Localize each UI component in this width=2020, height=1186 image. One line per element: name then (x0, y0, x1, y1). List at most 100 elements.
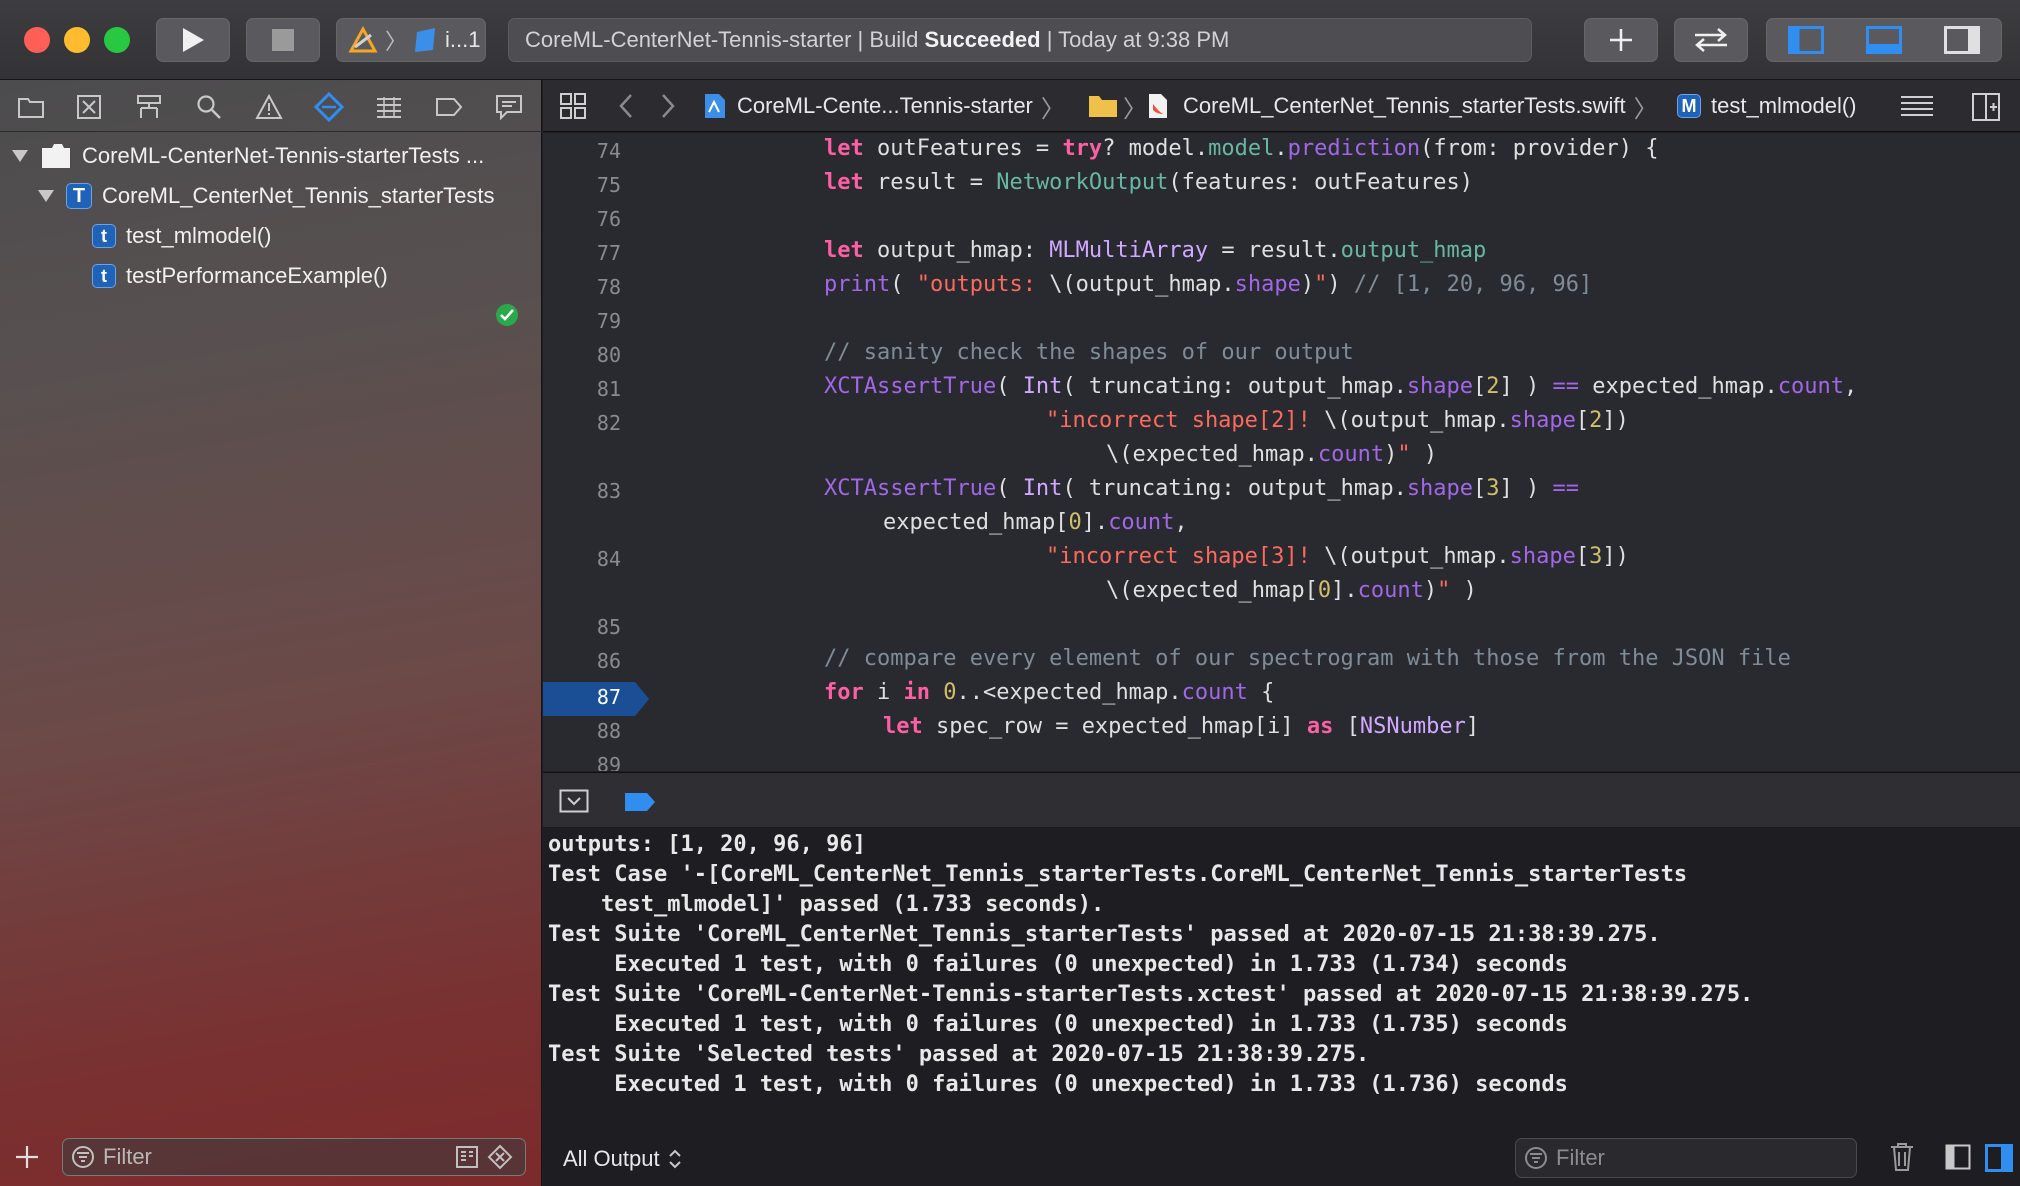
tree-item-label: test_mlmodel() (126, 223, 272, 248)
tree-item-test-bundle[interactable]: CoreML-CenterNet-Tennis-starterTests ... (12, 138, 484, 174)
related-items-button[interactable] (559, 92, 587, 125)
tree-item-test-class[interactable]: T CoreML_CenterNet_Tennis_starterTests (38, 178, 495, 214)
checkmark-icon (500, 309, 514, 321)
recent-files-icon[interactable] (455, 1145, 479, 1169)
console-line: Test Case '-[CoreML_CenterNet_Tennis_sta… (548, 862, 1688, 887)
code-line[interactable]: XCTAssertTrue( Int( truncating: output_h… (824, 476, 1579, 501)
chevron-left-icon (619, 94, 632, 118)
number-literal: 2 (1589, 408, 1603, 433)
disclosure-triangle-icon[interactable] (12, 150, 28, 162)
line-number: 86 (596, 649, 621, 673)
code-line[interactable]: let spec_row = expected_hmap[i] as [NSNu… (883, 714, 1479, 739)
test-navigator-tab[interactable] (314, 92, 344, 122)
property: shape (1234, 272, 1301, 297)
breakpoint-navigator-tab[interactable] (434, 92, 464, 122)
string-literal: " (1397, 442, 1411, 467)
library-button[interactable] (1584, 18, 1658, 62)
code-text: \(expected_hmap[ (1106, 578, 1318, 603)
issue-navigator-tab[interactable] (254, 92, 284, 122)
code-text: ( (996, 374, 1023, 399)
navigator-toggle-icon[interactable] (1788, 26, 1824, 54)
forward-button[interactable] (659, 92, 677, 125)
show-variables-view-button[interactable] (1945, 1144, 1971, 1175)
breadcrumb-folder[interactable]: 〉 (1087, 80, 1147, 132)
navigator-panel: CoreML-CenterNet-Tennis-starterTests ...… (0, 80, 542, 1186)
debug-area-toggle-icon[interactable] (1866, 26, 1902, 54)
console-line: Executed 1 test, with 0 failures (0 unex… (548, 1072, 1568, 1097)
code-line[interactable]: expected_hmap[0].count, (883, 510, 1188, 535)
code-line[interactable]: // compare every element of our spectrog… (824, 646, 1791, 671)
test-passed-icon[interactable] (496, 304, 518, 326)
code-line[interactable]: "incorrect shape[3]! \(output_hmap.shape… (1046, 544, 1629, 569)
failed-tests-filter-icon[interactable] (487, 1144, 513, 1170)
property: count (1357, 578, 1424, 603)
code-text: , (1843, 374, 1858, 399)
line-number: 81 (596, 377, 621, 401)
output-selector[interactable]: All Output (563, 1146, 682, 1172)
console-output[interactable]: outputs: [1, 20, 96, 96] Test Case '-[Co… (543, 828, 2020, 1138)
symbol-navigator-tab[interactable] (134, 92, 164, 122)
line-number-gutter[interactable]: 74 75 76 77 78 79 80 81 82 83 84 85 86 8… (543, 133, 649, 771)
console-line: Test Suite 'CoreML-CenterNet-Tennis-star… (548, 982, 1754, 1007)
code-line[interactable]: // sanity check the shapes of our output (824, 340, 1354, 365)
scheme-selector[interactable]: 〉 i...1 (336, 18, 486, 62)
breadcrumb-method[interactable]: M test_mlmodel() (1677, 80, 1856, 132)
console-line: Executed 1 test, with 0 failures (0 unex… (548, 952, 1568, 977)
device-icon (415, 28, 436, 52)
operator: == (1552, 476, 1580, 501)
folder-icon (18, 98, 44, 118)
line-number: 87 (596, 685, 621, 709)
breadcrumb-file[interactable]: CoreML_CenterNet_Tennis_starterTests.swi… (1147, 80, 1658, 132)
find-navigator-tab[interactable] (194, 92, 224, 122)
breakpoints-toggle-button[interactable] (623, 791, 657, 818)
chevron-right-icon: 〉 (1123, 95, 1147, 123)
editor-options-button[interactable] (1899, 94, 1935, 123)
search-icon (197, 95, 221, 119)
code-line[interactable]: \(expected_hmap[0].count)" ) (1106, 578, 1477, 603)
string-literal: " (1437, 578, 1451, 603)
run-button[interactable] (156, 18, 230, 62)
code-text: ( truncating: output_hmap. (1062, 476, 1407, 501)
zoom-window-button[interactable] (104, 27, 130, 53)
disclosure-triangle-icon[interactable] (38, 190, 54, 202)
breadcrumb-project[interactable]: CoreML-Cente...Tennis-starter 〉 (703, 80, 1065, 132)
report-navigator-tab[interactable] (494, 92, 524, 122)
code-line[interactable]: let outFeatures = try? model.model.predi… (824, 136, 1659, 161)
chevron-right-icon (662, 94, 675, 118)
close-window-button[interactable] (24, 27, 50, 53)
code-line[interactable]: for i in 0..<expected_hmap.count { (824, 680, 1274, 705)
code-line[interactable]: print( "outputs: \(output_hmap.shape)") … (824, 272, 1592, 297)
code-line[interactable]: XCTAssertTrue( Int( truncating: output_h… (824, 374, 1857, 399)
debug-navigator-tab[interactable] (374, 92, 404, 122)
tree-item-test-method[interactable]: t testPerformanceExample() (92, 258, 388, 294)
code-line[interactable]: let output_hmap: MLMultiArray = result.o… (824, 238, 1486, 263)
add-editor-button[interactable] (1971, 92, 2001, 127)
property: count (1181, 680, 1248, 705)
line-number: 83 (596, 479, 621, 503)
code-text: ) (1327, 272, 1354, 297)
hide-debug-area-button[interactable] (559, 789, 589, 818)
code-review-button[interactable] (1674, 18, 1748, 62)
type-name: NSNumber (1359, 714, 1466, 739)
source-control-navigator-tab[interactable] (74, 92, 104, 122)
navigator-filter-field[interactable]: Filter (62, 1138, 526, 1176)
code-text: spec_row = expected_hmap[i] (922, 714, 1307, 739)
show-console-view-button[interactable] (1985, 1144, 2013, 1177)
line-number: 88 (596, 719, 621, 743)
project-navigator-tab[interactable] (16, 92, 46, 122)
source-editor[interactable]: 74 75 76 77 78 79 80 81 82 83 84 85 86 8… (543, 133, 2020, 771)
inspector-toggle-icon[interactable] (1944, 26, 1980, 54)
code-line[interactable]: let result = NetworkOutput(features: out… (824, 170, 1473, 195)
code-text: ] ) (1499, 374, 1553, 399)
tree-item-test-method[interactable]: t test_mlmodel() (92, 218, 271, 254)
stop-button[interactable] (246, 18, 320, 62)
console-filter-field[interactable]: Filter (1515, 1138, 1857, 1178)
line-number: 76 (596, 207, 621, 231)
code-line[interactable]: \(expected_hmap.count)" ) (1106, 442, 1437, 467)
add-button[interactable] (14, 1144, 40, 1175)
minimize-window-button[interactable] (64, 27, 90, 53)
back-button[interactable] (617, 92, 635, 125)
code-line[interactable]: "incorrect shape[2]! \(output_hmap.shape… (1046, 408, 1629, 433)
method-badge-icon: t (92, 224, 116, 248)
clear-console-button[interactable] (1889, 1142, 1915, 1177)
